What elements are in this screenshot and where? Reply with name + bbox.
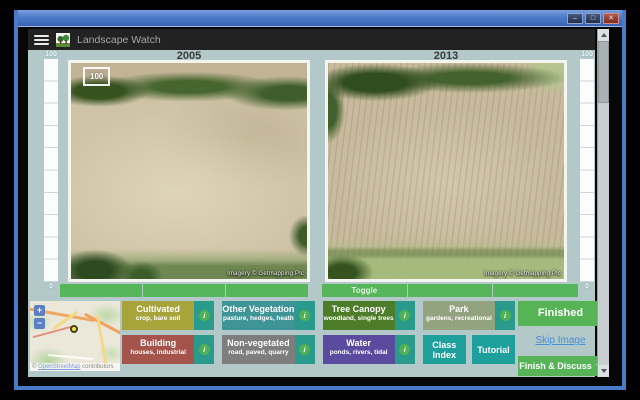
percent-scale-left: 100 0 (40, 50, 62, 291)
class-sublabel: crop, bare soil (135, 315, 181, 322)
map-zoom-controls: + − (34, 305, 45, 329)
info-icon: i (399, 344, 411, 355)
class-row-1: Cultivated crop, bare soil i Other Veget… (122, 301, 515, 330)
class-button-cultivated[interactable]: Cultivated crop, bare soil (122, 301, 195, 330)
toggle-button[interactable]: Toggle (322, 284, 407, 297)
minimize-button[interactable]: – (567, 12, 583, 24)
toggle-bar-left[interactable] (60, 284, 308, 297)
percent-scale-right: 100 0 (576, 50, 598, 291)
info-button-non-vegetated[interactable]: i (294, 335, 315, 364)
class-label: Non-vegetated (227, 338, 290, 348)
arrow-up-icon (600, 33, 607, 37)
photo-badge: 100 (83, 67, 111, 86)
class-button-other-vegetation[interactable]: Other Vegetation pasture, hedges, heath (222, 301, 295, 330)
attribution-suffix: contributors (80, 364, 114, 370)
scroll-down-button[interactable] (598, 365, 609, 377)
percent-scale-left-bar[interactable] (44, 59, 58, 282)
info-icon: i (198, 310, 210, 321)
info-icon: i (198, 344, 210, 355)
main-content: 2005 2013 100 0 100 0 100 Imagery © Getm… (28, 50, 603, 377)
class-buttons: Cultivated crop, bare soil i Other Veget… (122, 301, 515, 364)
class-sublabel: gardens, recreational (426, 315, 492, 322)
info-button-water[interactable]: i (394, 335, 415, 364)
toggle-segment[interactable] (226, 284, 308, 297)
imagery-credit-right: Imagery © Getmapping Plc (484, 271, 561, 277)
app-header: Landscape Watch (28, 29, 595, 50)
class-button-tree-canopy[interactable]: Tree Canopy woodland, single trees (322, 301, 395, 330)
class-sublabel: woodland, single trees (323, 315, 394, 322)
toggle-segment[interactable] (143, 284, 225, 297)
scale-min-label: 0 (585, 283, 589, 290)
scale-min-label: 0 (49, 283, 53, 290)
percent-scale-right-bar[interactable] (580, 59, 594, 282)
close-button[interactable]: ✕ (603, 12, 619, 24)
class-button-building[interactable]: Building houses, industrial (122, 335, 195, 364)
app-window: – □ ✕ Landscape Watch 2005 2013 100 0 10… (14, 10, 626, 390)
class-label: Tree Canopy (331, 304, 386, 314)
info-icon: i (499, 310, 511, 321)
class-button-water[interactable]: Water ponds, rivers, tidal (322, 335, 395, 364)
map-location-marker (70, 325, 78, 333)
window-body: Landscape Watch 2005 2013 100 0 100 0 10… (18, 27, 622, 385)
osm-attribution: © OpenStreetMap contributors (30, 363, 120, 371)
app-page: Landscape Watch 2005 2013 100 0 100 0 10… (28, 29, 603, 377)
tutorial-button[interactable]: Tutorial (471, 335, 515, 364)
aerial-photo-2013: Imagery © Getmapping Plc (325, 60, 567, 282)
class-index-button[interactable]: Class Index (422, 335, 466, 364)
arrow-down-icon (600, 369, 607, 373)
class-sublabel: houses, industrial (130, 349, 186, 356)
info-icon: i (399, 310, 411, 321)
action-column: Finished Skip Image Finish & Discuss (518, 301, 603, 376)
aerial-photo-2005: 100 Imagery © Getmapping Plc (68, 60, 310, 282)
toggle-bar-right[interactable]: Toggle (322, 284, 579, 297)
toggle-segment[interactable] (407, 284, 493, 297)
class-sublabel: road, paved, quarry (228, 349, 289, 356)
location-minimap[interactable]: + − © OpenStreetMap contributors (30, 301, 120, 371)
finished-button[interactable]: Finished (518, 301, 603, 326)
class-label: Other Vegetation (222, 304, 295, 314)
scale-max-label: 100 (45, 51, 57, 58)
desktop: – □ ✕ Landscape Watch 2005 2013 100 0 10… (0, 0, 640, 400)
map-zoom-out-button[interactable]: − (34, 318, 45, 329)
info-button-park[interactable]: i (495, 301, 515, 330)
app-title: Landscape Watch (77, 33, 161, 46)
hamburger-menu-icon[interactable] (34, 34, 49, 45)
scroll-up-button[interactable] (598, 29, 609, 41)
class-label: Cultivated (136, 304, 180, 314)
skip-image-link[interactable]: Skip Image (535, 335, 585, 346)
info-icon: i (299, 344, 310, 355)
window-titlebar[interactable]: – □ ✕ (18, 10, 622, 27)
imagery-credit-left: Imagery © Getmapping Plc (227, 271, 304, 277)
class-label: Park (449, 304, 469, 314)
toggle-segment[interactable] (493, 284, 579, 297)
osm-link[interactable]: OpenStreetMap (38, 364, 80, 370)
map-road (47, 354, 94, 360)
toggle-segment[interactable] (60, 284, 142, 297)
class-button-non-vegetated[interactable]: Non-vegetated road, paved, quarry (222, 335, 295, 364)
info-button-other-vegetation[interactable]: i (294, 301, 315, 330)
class-label: Building (140, 338, 177, 348)
info-icon: i (299, 310, 310, 321)
scale-max-label: 100 (581, 51, 593, 58)
finish-discuss-label: Finish & Discuss (519, 361, 592, 371)
map-zoom-in-button[interactable]: + (34, 305, 45, 316)
page-scrollbar[interactable] (597, 29, 609, 377)
info-button-tree-canopy[interactable]: i (394, 301, 415, 330)
info-button-building[interactable]: i (194, 335, 215, 364)
class-button-park[interactable]: Park gardens, recreational (422, 301, 495, 330)
scroll-thumb[interactable] (598, 41, 609, 103)
class-label: Water (346, 338, 371, 348)
info-button-cultivated[interactable]: i (194, 301, 215, 330)
class-row-2: Building houses, industrial i Non-vegeta… (122, 335, 515, 364)
finish-discuss-button[interactable]: Finish & Discuss (518, 356, 603, 376)
maximize-button[interactable]: □ (585, 12, 601, 24)
class-sublabel: ponds, rivers, tidal (329, 349, 388, 356)
class-sublabel: pasture, hedges, heath (222, 315, 294, 322)
app-logo-icon (56, 32, 70, 47)
